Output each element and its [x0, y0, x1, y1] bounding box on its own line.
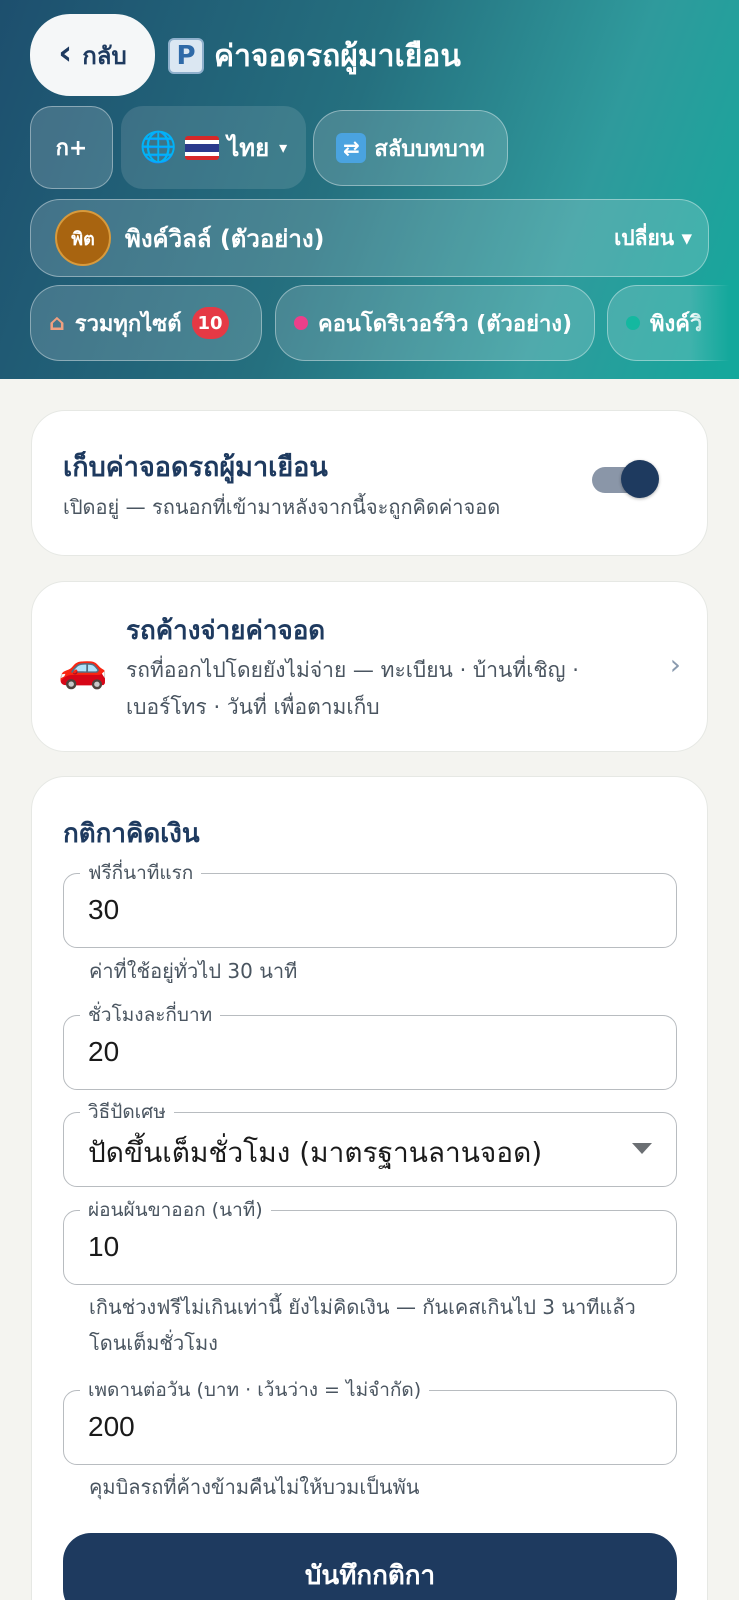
save-rules-button[interactable]: บันทึกกติกา — [63, 1533, 677, 1600]
tenant-change-label: เปลี่ยน ▾ — [614, 222, 692, 255]
free-minutes-helper: ค่าที่ใช้อยู่ทั่วไป 30 นาที — [89, 959, 298, 983]
free-minutes-input[interactable] — [88, 890, 648, 930]
toggle-thumb — [621, 460, 659, 498]
car-icon: 🚗 — [58, 645, 108, 691]
font-size-button[interactable]: ก+ — [30, 106, 113, 189]
change-label-text: เปลี่ยน — [614, 225, 675, 250]
hourly-rate-field: ชั่วโมงละกี่บาท — [63, 1003, 677, 1090]
rounding-select[interactable]: วิธีปัดเศษ ปัดขึ้นเต็มชั่วโมง (มาตรฐานลา… — [63, 1100, 677, 1187]
tenant-selector[interactable]: พิต พิงค์วิลล์ (ตัวอย่าง) เปลี่ยน ▾ — [30, 199, 709, 277]
grace-minutes-field: ผ่อนผันขาออก (นาที) — [63, 1198, 677, 1285]
tenant-name: พิงค์วิลล์ (ตัวอย่าง) — [125, 224, 325, 253]
site-chip-condo[interactable]: คอนโดริเวอร์วิว (ตัวอย่าง) — [275, 285, 595, 361]
caret-down-icon: ▾ — [279, 138, 288, 157]
language-selector[interactable]: 🌐 ไทย ▾ — [121, 106, 306, 189]
globe-icon: 🌐 — [139, 130, 178, 165]
rounding-selected-value: ปัดขึ้นเต็มชั่วโมง (มาตรฐานลานจอด) — [88, 1136, 543, 1169]
card-subtitle: เปิดอยู่ — รถนอกที่เข้ามาหลังจากนี้จะถูก… — [63, 495, 501, 519]
free-minutes-field: ฟรีกี่นาทีแรก — [63, 861, 677, 948]
language-label: ไทย — [227, 134, 270, 162]
unpaid-vehicles-card[interactable]: 🚗 รถค้างจ่ายค่าจอด รถที่ออกไปโดยยังไม่จ่… — [31, 581, 708, 752]
visitor-parking-fee-card: เก็บค่าจอดรถผู้มาเยือน เปิดอยู่ — รถนอกท… — [31, 410, 708, 556]
back-label: กลับ — [82, 41, 127, 70]
site-color-dot — [294, 316, 308, 330]
app-header: ‹ กลับ P ค่าจอดรถผู้มาเยือน ก+ 🌐 ไทย ▾ ⇄… — [0, 0, 739, 379]
field-label: วิธีปัดเศษ — [80, 1100, 174, 1124]
billing-rules-card: กติกาคิดเงิน ฟรีกี่นาทีแรก ค่าที่ใช้อยู่… — [31, 776, 708, 1600]
card-description: รถที่ออกไปโดยยังไม่จ่าย — ทะเบียน · บ้าน… — [126, 658, 579, 719]
field-label: ชั่วโมงละกี่บาท — [80, 1003, 221, 1027]
tenant-info: พิต พิงค์วิลล์ (ตัวอย่าง) — [55, 210, 325, 266]
parking-icon: P — [168, 38, 204, 74]
card-title: กติกาคิดเงิน — [63, 819, 200, 849]
field-label: เพดานต่อวัน (บาท · เว้นว่าง = ไม่จำกัด) — [80, 1378, 430, 1402]
site-chip-label: รวมทุกไซต์ — [74, 311, 182, 337]
avatar: พิต — [55, 210, 111, 266]
grace-minutes-input[interactable] — [88, 1227, 648, 1267]
field-label: ฟรีกี่นาทีแรก — [80, 861, 202, 885]
font-size-label: ก+ — [55, 136, 88, 161]
daily-cap-input[interactable] — [88, 1407, 648, 1447]
site-color-dot — [626, 316, 640, 330]
back-button[interactable]: ‹ กลับ — [30, 14, 155, 96]
houses-icon: ⌂ — [49, 310, 65, 336]
parking-fee-toggle[interactable] — [588, 459, 660, 499]
hourly-rate-input[interactable] — [88, 1032, 648, 1072]
card-title: เก็บค่าจอดรถผู้มาเยือน — [63, 452, 328, 483]
site-chip-all[interactable]: ⌂ รวมทุกไซต์ 10 — [30, 285, 262, 361]
daily-cap-helper: คุมบิลรถที่ค้างข้ามคืนไม่ให้บวมเป็นพัน — [89, 1475, 420, 1499]
switch-role-label: สลับบทบาท — [374, 136, 485, 162]
caret-down-icon: ▾ — [681, 225, 692, 250]
thai-flag-icon — [185, 135, 220, 160]
count-badge: 10 — [191, 307, 229, 339]
page-title-text: ค่าจอดรถผู้มาเยือน — [214, 38, 461, 74]
card-title: รถค้างจ่ายค่าจอด — [126, 616, 326, 646]
page-title: P ค่าจอดรถผู้มาเยือน — [168, 34, 461, 78]
dropdown-arrow-icon — [632, 1143, 652, 1154]
grace-minutes-helper: เกินช่วงฟรีไม่เกินเท่านี้ ยังไม่คิดเงิน … — [89, 1295, 636, 1355]
field-label: ผ่อนผันขาออก (นาที) — [80, 1198, 271, 1222]
switch-role-button[interactable]: ⇄ สลับบทบาท — [313, 110, 508, 186]
swap-icon: ⇄ — [336, 133, 367, 163]
chevron-left-icon: ‹ — [58, 33, 73, 73]
chevron-right-icon: › — [669, 648, 681, 681]
daily-cap-field: เพดานต่อวัน (บาท · เว้นว่าง = ไม่จำกัด) — [63, 1378, 677, 1465]
scroll-fade — [690, 280, 739, 370]
site-chip-label: คอนโดริเวอร์วิว (ตัวอย่าง) — [318, 311, 573, 337]
